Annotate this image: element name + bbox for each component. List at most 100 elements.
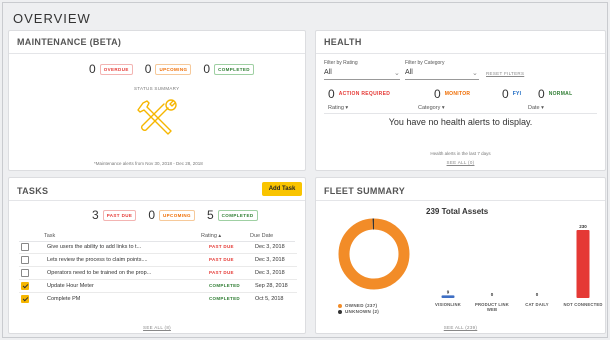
task-due: Dec 3, 2018 (255, 244, 285, 250)
health-see-all-link[interactable]: SEE ALL (0) (316, 160, 605, 165)
task-counts: 3 PAST DUE 0 UPCOMING 5 COMPLETED (92, 208, 258, 222)
due-date-column-header[interactable]: Due Date (250, 233, 273, 239)
status-summary-label: STATUS SUMMARY (134, 86, 180, 91)
filter-rating-label: Filter by Rating (324, 60, 358, 66)
fleet-card: FLEET SUMMARY 239 Total Assets OWNED (23… (315, 177, 606, 334)
divider (9, 53, 305, 54)
category-column-header[interactable]: Category ▾ (418, 105, 445, 111)
overdue-badge[interactable]: OVERDUE (99, 63, 133, 75)
task-name: Update Hour Meter (47, 283, 94, 289)
count-value: 0 (538, 87, 545, 101)
fleet-title: FLEET SUMMARY (324, 186, 406, 196)
bar-category-label: CAT DAILY (525, 302, 549, 307)
bar-visionlink[interactable] (441, 295, 455, 298)
chevron-down-icon: ⌄ (394, 70, 400, 77)
legend-unknown: UNKNOWN (2) (338, 309, 379, 314)
filter-category-select[interactable]: All (405, 69, 413, 76)
maintenance-counts: 0 OVERDUE 0 UPCOMING 0 COMPLETED (89, 62, 254, 76)
rating-column-header[interactable]: Rating ▾ (328, 105, 348, 111)
table-row[interactable]: Give users the ability to add links to t… (19, 242, 297, 254)
action-required-label[interactable]: ACTION REQUIRED (339, 91, 390, 97)
divider (316, 53, 605, 54)
date-column-header[interactable]: Date ▾ (528, 105, 544, 111)
upcoming-badge[interactable]: UPCOMING (159, 209, 195, 221)
maintenance-note: *Maintenance alerts from Nov 30, 2018 - … (94, 161, 203, 166)
table-row[interactable]: Lets review the process to claim points.… (19, 255, 297, 267)
filter-rating-select[interactable]: All (324, 69, 332, 76)
table-row[interactable]: Operators need to be trained on the prop… (19, 268, 297, 280)
fleet-donut-chart (338, 218, 410, 290)
fleet-see-all-link[interactable]: SEE ALL (239) (316, 325, 605, 330)
task-name: Operators need to be trained on the prop… (47, 270, 152, 276)
divider (316, 200, 605, 201)
select-underline (324, 79, 400, 80)
task-due: Dec 3, 2018 (255, 270, 285, 276)
overview-frame: OVERVIEW MAINTENANCE (BETA) 0 OVERDUE 0 … (2, 2, 608, 338)
task-status: COMPLETED (209, 296, 240, 301)
legend-owned-label: OWNED (237) (345, 303, 378, 308)
completed-badge[interactable]: COMPLETED (217, 209, 258, 221)
table-row[interactable]: Complete PM COMPLETED Oct 5, 2018 (19, 294, 297, 306)
fyi-count: 0 FYI (502, 87, 521, 101)
task-status: PAST DUE (209, 270, 234, 275)
empty-message: You have no health alerts to display. (388, 117, 533, 127)
filter-category-label: Filter by Category (405, 60, 445, 66)
count-value: 0 (328, 87, 335, 101)
bar-value-label: 0 (536, 292, 539, 297)
total-assets: 239 Total Assets (426, 207, 489, 216)
completed-badge[interactable]: COMPLETED (214, 63, 254, 75)
monitor-label[interactable]: MONITOR (445, 91, 471, 97)
fleet-bar-chart: 9 0 0 230 (441, 224, 590, 298)
upcoming-badge[interactable]: UPCOMING (155, 63, 192, 75)
task-checkbox[interactable] (21, 243, 29, 251)
task-checkbox[interactable] (21, 282, 29, 290)
select-underline (405, 79, 479, 80)
task-name: Complete PM (47, 296, 81, 302)
legend-owned: OWNED (237) (338, 303, 377, 308)
fyi-label[interactable]: FYI (513, 91, 522, 97)
bar-not-connected[interactable] (576, 230, 590, 298)
task-column-header[interactable]: Task (44, 233, 55, 239)
legend-unknown-label: UNKNOWN (2) (345, 309, 380, 314)
tasks-see-all-link[interactable]: SEE ALL (8) (9, 325, 305, 330)
health-title: HEALTH (324, 37, 362, 47)
bar-category-label: NOT CONNECTED (563, 302, 603, 307)
divider (324, 113, 597, 114)
wrench-screwdriver-icon (137, 99, 177, 135)
task-checkbox[interactable] (21, 256, 29, 264)
page-title: OVERVIEW (13, 11, 91, 26)
bar-category-label: PRODUCT LINK WEB (474, 302, 510, 312)
health-card: HEALTH Filter by Rating All ⌄ Filter by … (315, 30, 606, 171)
task-status: COMPLETED (209, 283, 240, 288)
past-due-badge[interactable]: PAST DUE (102, 209, 137, 221)
bar-value-label: 0 (491, 292, 494, 297)
overdue-count: 0 (89, 62, 96, 76)
task-checkbox[interactable] (21, 295, 29, 303)
upcoming-count: 0 (148, 208, 155, 222)
legend-swatch (338, 309, 342, 314)
upcoming-count: 0 (144, 62, 152, 76)
task-due: Oct 5, 2018 (255, 296, 284, 302)
rating-column-header[interactable]: Rating ▴ (201, 233, 221, 239)
task-status: PAST DUE (209, 244, 234, 249)
past-due-count: 3 (92, 208, 99, 222)
task-checkbox[interactable] (21, 269, 29, 277)
task-status: PAST DUE (209, 257, 234, 262)
tasks-card: TASKS Add Task 3 PAST DUE 0 UPCOMING 5 C… (8, 177, 306, 334)
monitor-count: 0 MONITOR (434, 87, 470, 101)
task-due: Dec 3, 2018 (255, 257, 285, 263)
task-name: Lets review the process to claim points.… (47, 257, 148, 263)
count-value: 0 (502, 87, 509, 101)
task-due: Sep 28, 2018 (255, 283, 288, 289)
normal-label[interactable]: NORMAL (549, 91, 573, 97)
reset-filters-link[interactable]: RESET FILTERS (486, 71, 524, 76)
completed-count: 0 (203, 62, 211, 76)
count-value: 0 (434, 87, 441, 101)
legend-swatch (338, 303, 342, 308)
donut-slice-owned[interactable] (338, 218, 410, 290)
normal-count: 0 NORMAL (538, 87, 572, 101)
add-task-button[interactable]: Add Task (262, 182, 302, 196)
table-row[interactable]: Update Hour Meter COMPLETED Sep 28, 2018 (19, 281, 297, 293)
divider (9, 200, 305, 201)
task-name: Give users the ability to add links to t… (47, 244, 142, 250)
